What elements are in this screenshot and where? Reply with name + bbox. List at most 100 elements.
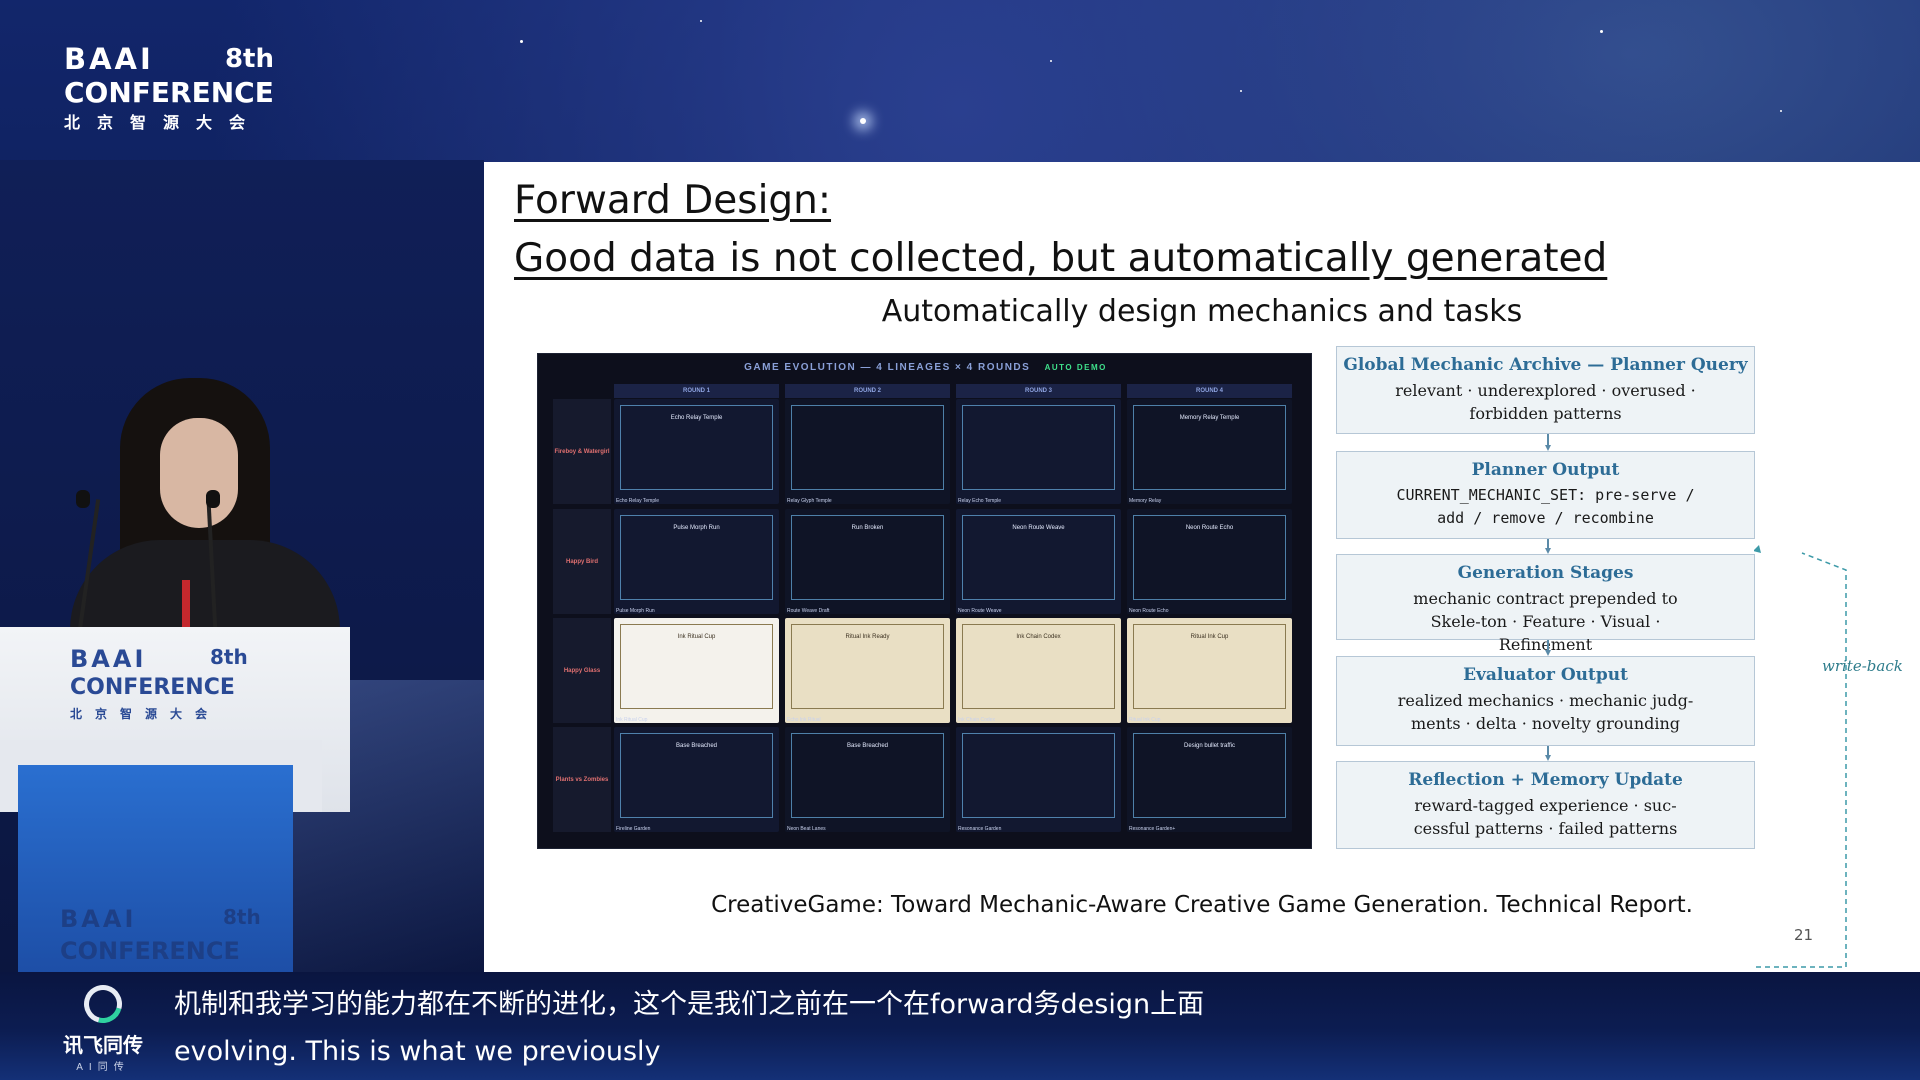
round-header: ROUND 4 — [1127, 384, 1292, 398]
podium-screen-conference: CONFERENCE — [60, 937, 240, 965]
thumbnail-title: Memory Relay Temple — [1179, 415, 1240, 421]
thumbnail-caption: Neon Beat Lanes — [787, 826, 826, 832]
round-header: ROUND 2 — [785, 384, 950, 398]
podium-logo-edition: 8th — [210, 645, 248, 669]
pipeline-connector — [1547, 746, 1549, 755]
conference-logo: BAAI 8th CONFERENCE 北京智源大会 — [64, 42, 284, 133]
podium-logo-conference: CONFERENCE — [70, 675, 235, 700]
lineage-label: Plants vs Zombies — [553, 727, 611, 832]
pipeline-stage-body: mechanic contract prepended to Skele-ton… — [1413, 589, 1678, 654]
translation-logo-icon — [77, 978, 129, 1030]
thumbnail-title: Ritual Ink Cup — [1190, 634, 1229, 640]
grid-header: GAME EVOLUTION — 4 LINEAGES × 4 ROUNDS A… — [538, 362, 1313, 373]
thumbnail-title: Neon Route Weave — [1012, 525, 1065, 531]
subtitle-chinese: 机制和我学习的能力都在不断的进化，这个是我们之前在一个在forward务desi… — [174, 989, 1205, 1020]
thumbnail-caption: Relay Echo Temple — [958, 498, 1001, 504]
pipeline-connector — [1547, 640, 1549, 650]
thumbnail-caption: Resonance Garden+ — [1129, 826, 1176, 832]
podium-screen: BAAI 8th CONFERENCE — [18, 765, 293, 972]
thumbnail-caption: Ritual Ink Cup — [1129, 717, 1161, 723]
game-thumbnail: Ritual Ink Ready Echo Ink Ritual — [785, 618, 950, 723]
thumbnail-frame — [791, 405, 944, 490]
star-icon — [1600, 30, 1603, 33]
thumbnail-title: Ink Ritual Cup — [677, 634, 716, 640]
speaker-face — [160, 418, 238, 528]
slide-subtitle: Automatically design mechanics and tasks — [881, 294, 1523, 329]
game-thumbnail: Resonance Garden — [956, 727, 1121, 832]
thumbnail-title: Base Breached — [675, 743, 718, 749]
star-icon — [1780, 110, 1782, 112]
thumbnail-title: Pulse Morph Run — [673, 525, 720, 531]
game-thumbnail: Ritual Ink Cup Ritual Ink Cup — [1127, 618, 1292, 723]
star-icon — [700, 20, 702, 22]
logo-chinese: 北京智源大会 — [64, 113, 263, 132]
thumbnail-title: Echo Relay Temple — [670, 415, 723, 421]
thumbnail-caption: Ink Ritual Cup — [616, 717, 648, 723]
game-thumbnail: Echo Relay Temple Echo Relay Temple — [614, 399, 779, 504]
microphone-icon — [76, 490, 90, 508]
thumbnail-caption: Resonance Garden — [958, 826, 1002, 832]
thumbnail-caption: Pulse Morph Run — [616, 608, 655, 614]
thumbnail-caption: Memory Relay — [1129, 498, 1162, 504]
podium-screen-baai: BAAI — [60, 905, 137, 933]
translation-brand: 讯飞同传 — [63, 1033, 143, 1057]
pipeline-stage: Generation Stages mechanic contract prepe… — [1336, 554, 1755, 654]
pipeline-stage-title: Generation Stages — [1457, 563, 1634, 583]
game-thumbnail: Neon Route Echo Neon Route Echo — [1127, 509, 1292, 614]
game-thumbnail: Ink Chain Codex Ink Chain Codex — [956, 618, 1121, 723]
thumbnail-title: Neon Route Echo — [1185, 525, 1234, 531]
game-thumbnail: Relay Glyph Temple — [785, 399, 950, 504]
thumbnail-title: Base Breached — [846, 743, 889, 749]
subtitle-english: evolving. This is what we previously — [174, 1036, 661, 1067]
grid-header-text: GAME EVOLUTION — 4 LINEAGES × 4 ROUNDS — [744, 362, 1031, 373]
game-thumbnail: Relay Echo Temple — [956, 399, 1121, 504]
thumbnail-frame — [962, 405, 1115, 490]
thumbnail-caption: Echo Ink Ritual — [787, 717, 821, 723]
star-icon — [520, 40, 523, 43]
pipeline-stage: Global Mechanic Archive — Planner Query r… — [1336, 346, 1755, 434]
pipeline-stage-title: Evaluator Output — [1463, 665, 1628, 685]
thumbnail-caption: Echo Relay Temple — [616, 498, 659, 504]
game-thumbnail: Base Breached Fireline Garden — [614, 727, 779, 832]
lineage-label: Fireboy & Watergirl — [553, 399, 611, 504]
round-header: ROUND 1 — [614, 384, 779, 398]
logo-edition: 8th — [224, 44, 274, 74]
slide-title-line2: Good data is not collected, but automati… — [514, 236, 1608, 281]
thumbnail-caption: Neon Route Echo — [1129, 608, 1169, 614]
auto-demo-badge: AUTO DEMO — [1044, 363, 1107, 372]
round-header: ROUND 3 — [956, 384, 1121, 398]
game-thumbnail: Design bullet traffic Resonance Garden+ — [1127, 727, 1292, 832]
page-number: 21 — [1794, 926, 1814, 944]
microphone-icon — [206, 490, 220, 508]
game-thumbnail: Run Broken Route Weave Draft — [785, 509, 950, 614]
game-thumbnail: Memory Relay Temple Memory Relay — [1127, 399, 1292, 504]
game-thumbnail: Neon Route Weave Neon Route Weave — [956, 509, 1121, 614]
logo-conference: CONFERENCE — [64, 76, 274, 109]
thumbnail-title: Run Broken — [851, 525, 884, 531]
game-evolution-grid: GAME EVOLUTION — 4 LINEAGES × 4 ROUNDS A… — [537, 353, 1312, 849]
thumbnail-caption: Fireline Garden — [616, 826, 651, 832]
thumbnail-caption: Neon Route Weave — [958, 608, 1002, 614]
presentation-slide: Forward Design: Good data is not collect… — [484, 162, 1920, 972]
pipeline-stage-title: Planner Output — [1471, 460, 1620, 480]
thumbnail-title: Ink Chain Codex — [1016, 634, 1061, 640]
thumbnail-frame — [962, 733, 1115, 818]
star-icon — [1050, 60, 1052, 62]
pipeline-connector — [1547, 539, 1549, 548]
podium-logo-baai: BAAI — [70, 645, 147, 673]
game-thumbnail: Base Breached Neon Beat Lanes — [785, 727, 950, 832]
pipeline-stage-body: realized mechanics · mechanic judg-ments… — [1397, 691, 1694, 733]
pipeline-connector — [1547, 434, 1549, 445]
thumbnail-caption: Route Weave Draft — [787, 608, 830, 614]
translation-logo: 讯飞同传 AI同传 — [58, 978, 148, 1073]
pipeline-stage-body: relevant · underexplored · overused · fo… — [1395, 381, 1696, 423]
lineage-label: Happy Glass — [553, 618, 611, 723]
podium-logo-chinese: 北京智源大会 — [70, 707, 221, 721]
write-back-label: write-back — [1822, 657, 1903, 675]
pipeline-stage: Reflection + Memory Update reward-tagged … — [1336, 761, 1755, 849]
translation-tag: AI同传 — [76, 1062, 130, 1073]
pipeline-stage-body: CURRENT_MECHANIC_SET: pre-serve / add / … — [1396, 486, 1695, 527]
lineage-label: Happy Bird — [553, 509, 611, 614]
thumbnail-caption: Ink Chain Codex — [958, 717, 995, 723]
game-thumbnail: Ink Ritual Cup Ink Ritual Cup — [614, 618, 779, 723]
